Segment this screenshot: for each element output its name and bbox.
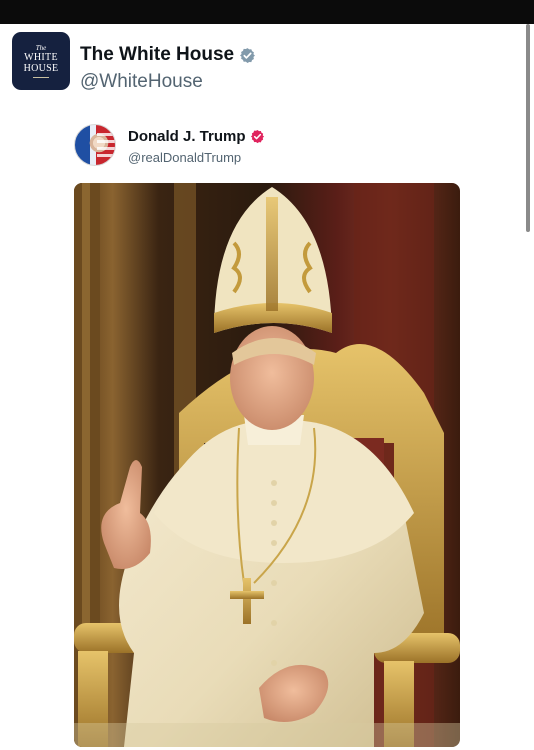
- verified-badge-icon: [250, 129, 265, 144]
- verified-badge-icon: [239, 47, 256, 64]
- avatar-divider: [33, 77, 49, 78]
- photo-illustration: [74, 183, 460, 747]
- post-image[interactable]: [74, 183, 460, 747]
- avatar-text-line2: HOUSE: [23, 63, 59, 74]
- avatar[interactable]: The WHITE HOUSE: [12, 32, 70, 90]
- quoted-avatar[interactable]: [74, 124, 116, 166]
- author-handle[interactable]: @WhiteHouse: [80, 71, 203, 93]
- avatar-text-line1: WHITE: [24, 52, 58, 63]
- scrollbar[interactable]: [526, 24, 530, 232]
- author-display-name[interactable]: The White House: [80, 44, 234, 66]
- quoted-handle[interactable]: @realDonaldTrump: [128, 150, 241, 165]
- author-name-row: The White House: [80, 44, 256, 66]
- status-bar: [0, 0, 534, 24]
- quoted-display-name[interactable]: Donald J. Trump: [128, 128, 246, 145]
- quoted-name-row: Donald J. Trump: [128, 128, 265, 145]
- post-header: The WHITE HOUSE The White House @WhiteHo…: [12, 32, 512, 92]
- avatar-text-small: The: [35, 44, 47, 52]
